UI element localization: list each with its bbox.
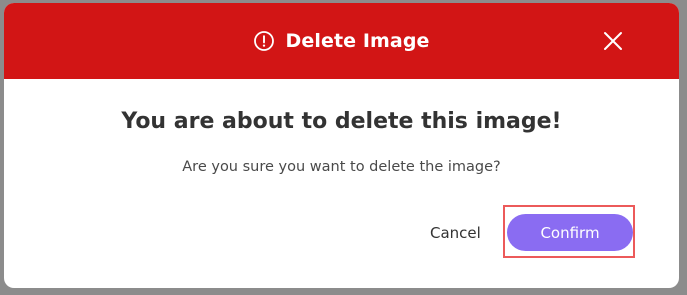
cancel-button[interactable]: Cancel — [424, 220, 487, 246]
dialog-header-title: Delete Image — [285, 30, 430, 52]
dialog-title: You are about to delete this image! — [121, 109, 562, 134]
delete-image-dialog: Delete Image You are about to delete thi… — [4, 3, 679, 288]
close-icon[interactable] — [601, 29, 625, 53]
confirm-button[interactable]: Confirm — [507, 214, 633, 251]
close-button[interactable] — [601, 29, 625, 53]
header-title-group: Delete Image — [4, 3, 679, 79]
alert-circle-icon — [253, 30, 275, 52]
dialog-header: Delete Image — [4, 3, 679, 79]
dialog-message: Are you sure you want to delete the imag… — [182, 159, 501, 175]
